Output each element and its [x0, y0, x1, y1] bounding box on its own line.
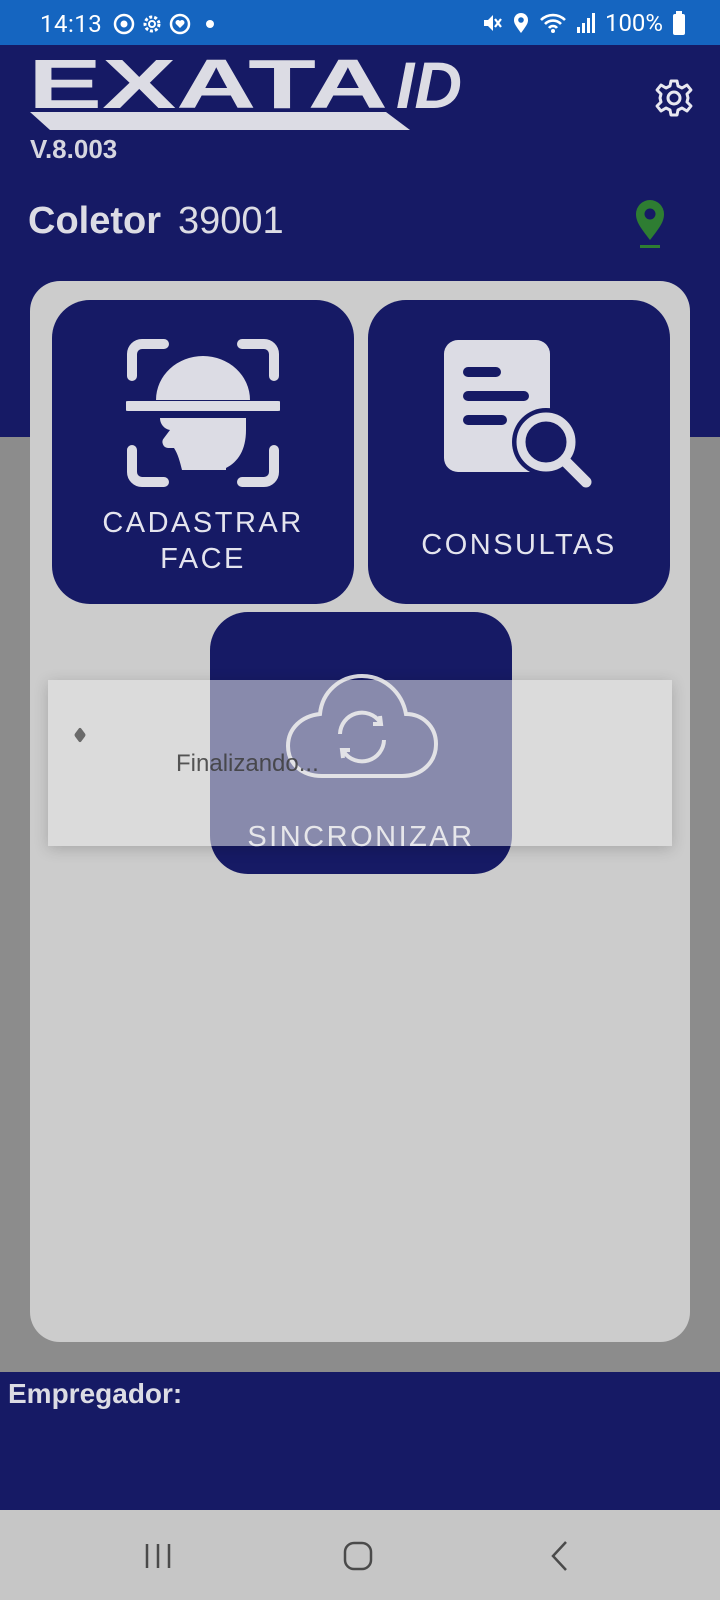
- back-button[interactable]: [530, 1534, 590, 1578]
- face-scan-icon: [126, 339, 280, 487]
- battery-percent: 100%: [604, 9, 663, 37]
- queries-button[interactable]: CONSULTAS: [368, 300, 670, 604]
- location-pin-icon: [636, 200, 664, 248]
- employer-label: Empregador:: [8, 1378, 183, 1409]
- battery-icon: [673, 11, 685, 35]
- app-logo: EXATA ID: [28, 45, 508, 136]
- location-button[interactable]: [630, 198, 670, 250]
- status-bar: 14:13 100%: [0, 0, 720, 45]
- wifi-icon: [540, 13, 566, 33]
- back-icon: [551, 1541, 567, 1571]
- settings-button[interactable]: [652, 76, 696, 120]
- mute-icon: [483, 15, 502, 31]
- home-icon: [343, 1541, 373, 1571]
- home-button[interactable]: [328, 1534, 388, 1578]
- register-face-label-line1: CADASTRAR: [102, 507, 304, 539]
- collector-value: 39001: [178, 200, 284, 242]
- collector-label: Coletor: [28, 200, 161, 242]
- app-version: V.8.003: [30, 134, 118, 164]
- queries-label: CONSULTAS: [421, 529, 617, 561]
- gear-icon: [655, 79, 693, 117]
- recents-icon: [145, 1544, 171, 1568]
- recents-button[interactable]: [128, 1534, 188, 1578]
- svg-text:EXATA: EXATA: [28, 50, 388, 123]
- location-status-icon: [513, 13, 528, 33]
- sync-status-icon: [113, 13, 135, 35]
- notification-dot-icon: [206, 20, 214, 28]
- register-face-button[interactable]: CADASTRAR FACE: [52, 300, 354, 604]
- document-search-icon: [444, 340, 592, 488]
- svg-text:ID: ID: [396, 50, 462, 122]
- signal-icon: [576, 13, 595, 33]
- status-right-icons: 100%: [481, 9, 686, 37]
- progress-dialog: [48, 680, 672, 846]
- status-time: 14:13: [40, 10, 103, 38]
- progress-message: Finalizando...: [176, 750, 319, 777]
- heart-status-icon: [169, 13, 191, 35]
- settings-status-icon: [143, 15, 161, 33]
- register-face-label-line2: FACE: [160, 543, 246, 575]
- status-left-icons: [113, 13, 219, 35]
